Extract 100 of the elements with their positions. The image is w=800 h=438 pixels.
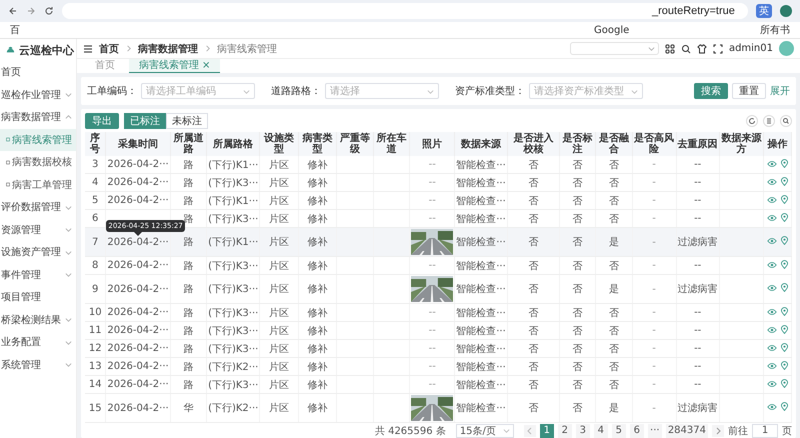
view-icon[interactable]	[766, 178, 777, 186]
table-cell: 否	[528, 326, 538, 336]
location-icon[interactable]	[780, 402, 788, 411]
sidebar-item[interactable]: 事件管理	[0, 264, 76, 286]
sidebar-subitem[interactable]: 病害线索管理	[0, 128, 76, 151]
select-field[interactable]	[570, 42, 659, 55]
column-header: 序号	[85, 132, 106, 156]
sidebar-subitem[interactable]: 病害数据校核	[0, 151, 76, 174]
view-icon[interactable]	[766, 344, 777, 352]
forward-icon[interactable]	[26, 6, 36, 16]
location-icon[interactable]	[780, 342, 788, 352]
column-header: 操作	[763, 132, 792, 156]
columns-icon[interactable]	[763, 115, 775, 127]
shirt-icon[interactable]	[696, 44, 707, 54]
refresh-icon[interactable]	[746, 115, 758, 127]
back-icon[interactable]	[8, 6, 18, 16]
reload-icon[interactable]	[44, 6, 54, 16]
view-icon[interactable]	[766, 196, 777, 204]
reset-button[interactable]: 重置	[732, 83, 766, 99]
page-button[interactable]: ···	[648, 424, 662, 438]
sidebar-subitem[interactable]: 病害工单管理	[0, 174, 76, 196]
page-size-select[interactable]: 15条/页	[456, 424, 514, 438]
view-icon[interactable]	[766, 260, 777, 268]
table-cell: 9	[92, 284, 98, 294]
table-cell: 修补	[308, 403, 328, 414]
sidebar-item[interactable]: 设施资产管理	[0, 241, 76, 264]
menu-icon[interactable]	[83, 44, 93, 54]
table-cell: --	[694, 379, 702, 390]
location-icon[interactable]	[780, 306, 788, 316]
page-button[interactable]: 6	[630, 424, 644, 438]
bookmark[interactable]: 百	[10, 23, 20, 37]
location-icon[interactable]	[780, 176, 788, 186]
page-button[interactable]: 4	[594, 424, 608, 438]
table-cell: 智能检查···	[456, 362, 506, 372]
view-icon[interactable]	[766, 362, 777, 370]
page-button[interactable]: 5	[612, 424, 626, 438]
sidebar-item[interactable]: 资源管理	[0, 218, 76, 241]
search-icon[interactable]	[780, 115, 792, 127]
next-page-icon[interactable]	[712, 424, 724, 436]
page-button[interactable]: 284374	[666, 424, 708, 438]
view-icon[interactable]	[766, 326, 777, 334]
table-cell: (下行)K3···	[208, 380, 258, 390]
search-icon[interactable]	[680, 44, 691, 54]
table-cell: --	[694, 159, 702, 170]
view-icon[interactable]	[766, 284, 777, 292]
ime-indicator[interactable]: 英	[756, 4, 772, 18]
location-icon[interactable]	[780, 260, 788, 268]
location-icon[interactable]	[780, 283, 788, 292]
view-icon[interactable]	[766, 214, 777, 222]
fullscreen-icon[interactable]	[712, 44, 723, 54]
table-cell: 片区	[269, 284, 290, 295]
sidebar-item[interactable]: 桥梁检测结果	[0, 308, 76, 331]
location-icon[interactable]	[780, 324, 788, 334]
grid-icon[interactable]	[664, 44, 675, 54]
breadcrumb-item[interactable]: 病害数据管理	[138, 42, 198, 56]
avatar[interactable]	[779, 41, 794, 56]
sidebar-item[interactable]: 评价数据管理	[0, 196, 76, 218]
table-cell: 否	[528, 403, 538, 414]
view-icon[interactable]	[766, 308, 777, 316]
user-name[interactable]: admin01	[728, 43, 773, 54]
location-icon[interactable]	[780, 194, 788, 204]
view-icon[interactable]	[766, 237, 777, 245]
view-icon[interactable]	[766, 380, 777, 388]
table-cell: 否	[608, 362, 619, 372]
sidebar-item[interactable]: 首页	[0, 61, 76, 84]
view-icon[interactable]	[766, 160, 777, 168]
address-field[interactable]: _routeRetry=true	[62, 3, 748, 19]
table-cell: 15	[88, 402, 102, 414]
sidebar-item[interactable]: 项目管理	[0, 286, 76, 308]
table-cell: 否	[572, 237, 582, 248]
location-icon[interactable]	[780, 360, 788, 370]
profile-avatar[interactable]	[780, 5, 792, 17]
sidebar-item[interactable]: 巡检作业管理	[0, 84, 76, 106]
filter-toggle[interactable]: 已标注	[124, 113, 166, 129]
table-cell: 8	[92, 260, 98, 271]
page-button[interactable]: 3	[576, 424, 590, 438]
location-icon[interactable]	[780, 236, 788, 245]
location-icon[interactable]	[780, 212, 788, 222]
table-cell: 否	[528, 284, 538, 295]
sidebar-item[interactable]: 系统管理	[0, 354, 76, 376]
page-button[interactable]: 1	[540, 424, 554, 438]
sidebar-item[interactable]: 病害数据管理	[0, 106, 76, 128]
export-button[interactable]: 导出	[85, 113, 119, 129]
sidebar-item[interactable]: 业务配置	[0, 331, 76, 354]
breadcrumb-item[interactable]: 首页	[99, 42, 119, 56]
page-button[interactable]: 2	[558, 424, 572, 438]
all-bookmarks[interactable]: 所有书	[760, 23, 790, 37]
table-cell: 智能检查···	[456, 284, 506, 295]
filter-toggle[interactable]: 未标注	[166, 113, 208, 129]
page-input[interactable]: 1	[752, 424, 778, 438]
bookmark[interactable]: Google	[594, 24, 630, 36]
view-icon[interactable]	[766, 403, 777, 411]
search-button[interactable]: 搜索	[694, 83, 728, 99]
document-icon	[6, 158, 10, 166]
previous-page-icon[interactable]	[524, 424, 536, 436]
location-icon[interactable]	[780, 158, 788, 168]
expand-link[interactable]: 展开	[770, 84, 790, 98]
page-tab[interactable]: 病害线索管理 ×	[129, 59, 220, 73]
table-cell: 片区	[269, 308, 290, 318]
location-icon[interactable]	[780, 378, 788, 388]
